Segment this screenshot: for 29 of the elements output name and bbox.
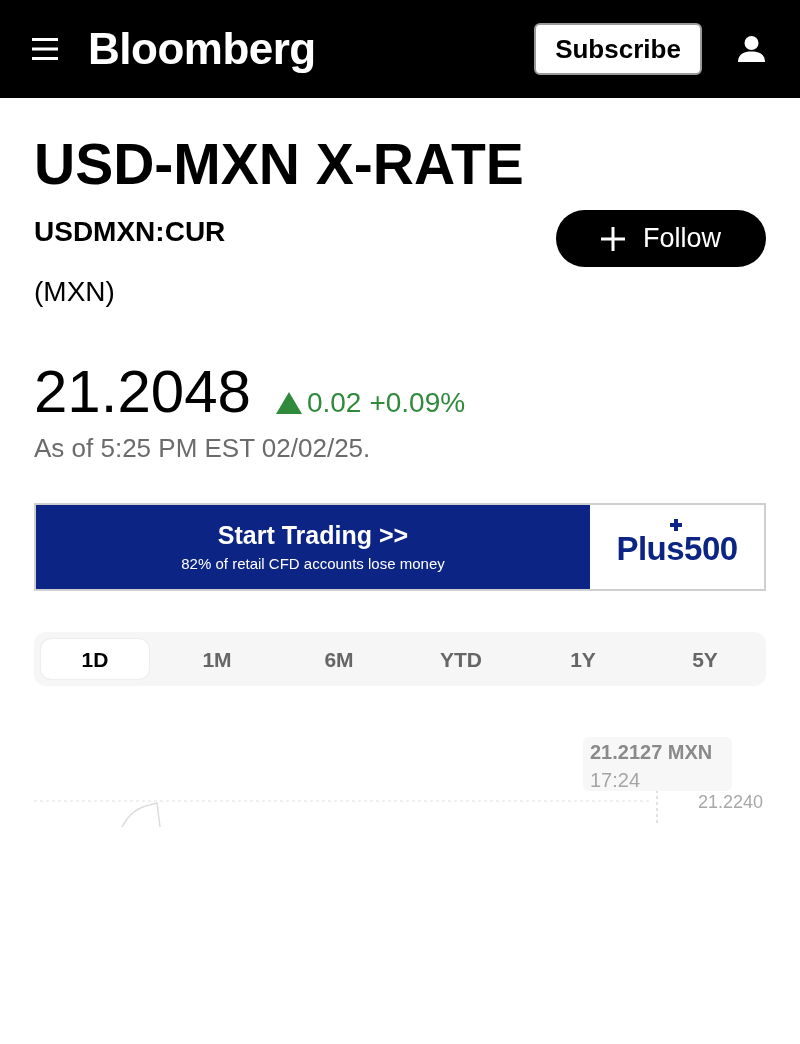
tooltip-value: 21.2127 MXN bbox=[590, 742, 713, 762]
ad-headline: Start Trading >> bbox=[217, 523, 409, 548]
price-change: 0.02 bbox=[306, 389, 362, 417]
tooltip-time: 17:24 bbox=[590, 770, 641, 790]
range-tab[interactable]: 5Y bbox=[651, 639, 759, 679]
page-title: USD-MXN X-RATE bbox=[34, 136, 524, 193]
percent-change: +0.09% bbox=[369, 389, 466, 417]
range-tab[interactable]: 6M bbox=[285, 639, 393, 679]
axis-label: 21.2240 bbox=[698, 793, 764, 811]
ad-banner[interactable]: Start Trading >> 82% of retail CFD accounts lose money Plus500 bbox=[34, 503, 766, 591]
range-tab[interactable]: 1D bbox=[41, 639, 149, 679]
ad-cta-panel[interactable]: Start Trading >> 82% of retail CFD accounts lose money bbox=[36, 505, 590, 589]
price-value: 21.2048 bbox=[34, 362, 251, 422]
follow-button[interactable]: Follow bbox=[556, 210, 766, 267]
user-icon[interactable] bbox=[738, 36, 765, 62]
ticker-symbol: USDMXN:CUR bbox=[34, 218, 226, 246]
range-tab[interactable]: 1Y bbox=[529, 639, 637, 679]
timestamp: As of 5:25 PM EST 02/02/25. bbox=[34, 435, 371, 461]
subscribe-button[interactable]: Subscribe bbox=[534, 23, 702, 75]
currency-label: (MXN) bbox=[34, 278, 115, 306]
menu-icon[interactable] bbox=[32, 38, 58, 60]
plus-icon bbox=[670, 518, 683, 531]
price-line bbox=[121, 802, 161, 828]
site-logo[interactable]: Bloomberg bbox=[88, 27, 316, 71]
range-tab[interactable]: 1M bbox=[163, 639, 271, 679]
plus-icon bbox=[601, 226, 625, 251]
brand-logo: Plus500 bbox=[616, 529, 738, 567]
ad-disclaimer: 82% of retail CFD accounts lose money bbox=[181, 556, 445, 571]
range-tab[interactable]: YTD bbox=[407, 639, 515, 679]
